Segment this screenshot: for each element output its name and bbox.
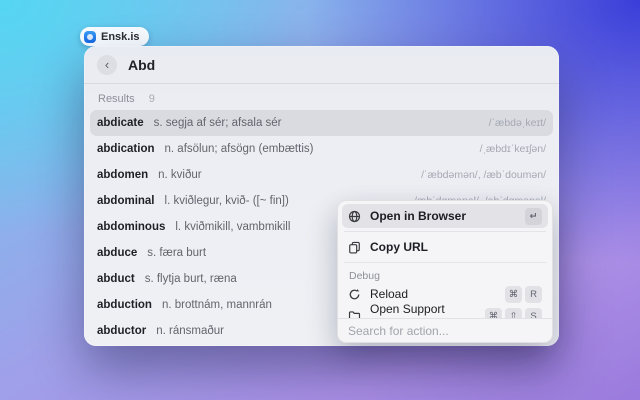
- entry-phonetic: /ˈæbdəˌkeɪt/: [488, 117, 546, 129]
- search-input[interactable]: Abd: [128, 57, 155, 73]
- entry-definition: s. flytja burt, ræna: [144, 273, 237, 285]
- folder-icon: [348, 310, 361, 318]
- results-header: Results 9: [84, 84, 559, 110]
- chevron-left-icon: ‹: [104, 57, 110, 72]
- results-count: 9: [148, 93, 155, 105]
- action-label: Reload: [370, 287, 409, 301]
- cmd-key-icon: ⌘: [485, 307, 502, 318]
- ensk-app-icon: [84, 30, 96, 43]
- action-panel-items: Open in Browser ↵ Copy URL Debug Reload …: [338, 201, 552, 318]
- copy-icon: [348, 241, 361, 254]
- action-search-input[interactable]: [348, 323, 542, 338]
- reload-icon: [348, 288, 361, 301]
- action-copy-url[interactable]: Copy URL: [342, 235, 548, 259]
- entry-word: abduction: [97, 299, 152, 311]
- app-badge[interactable]: Ensk.is: [80, 27, 149, 46]
- entry-word: abdication: [97, 143, 155, 155]
- entry-word: abdominous: [97, 221, 166, 233]
- entry-phonetic: /ˈæbdəmən/, /æbˈdoumən/: [421, 169, 546, 181]
- return-key-icon: ↵: [525, 207, 542, 225]
- entry-definition: n. ránsmaður: [156, 325, 224, 337]
- result-row[interactable]: abdication n. afsölun; afsögn (embættis)…: [90, 136, 553, 162]
- entry-definition: s. segja af sér; afsala sér: [153, 117, 282, 129]
- entry-definition: s. færa burt: [147, 247, 207, 259]
- debug-section-label: Debug: [349, 270, 380, 282]
- entry-definition: n. brottnám, mannrán: [161, 299, 272, 311]
- results-label: Results: [98, 93, 135, 105]
- entry-definition: n. afsölun; afsögn (embættis): [164, 143, 314, 155]
- action-search-footer: [338, 318, 552, 342]
- entry-phonetic: /ˌæbdɪˈkeɪʃən/: [479, 143, 546, 155]
- action-label: Copy URL: [370, 240, 428, 254]
- entry-definition: n. kviður: [158, 169, 202, 181]
- search-bar: ‹ Abd: [84, 46, 559, 84]
- entry-word: abdicate: [97, 117, 144, 129]
- result-row[interactable]: abdomen n. kviður /ˈæbdəmən/, /æbˈdoumən…: [90, 162, 553, 188]
- r-key: R: [525, 285, 542, 303]
- entry-word: abdominal: [97, 195, 155, 207]
- entry-word: abdomen: [97, 169, 149, 181]
- entry-word: abductor: [97, 325, 147, 337]
- entry-definition: l. kviðlegur, kvið- ([~ fin]): [164, 195, 289, 207]
- s-key: S: [525, 307, 542, 318]
- entry-word: abduce: [97, 247, 138, 259]
- action-open-in-browser[interactable]: Open in Browser ↵: [342, 204, 548, 228]
- menu-separator: [344, 231, 546, 232]
- action-panel: Open in Browser ↵ Copy URL Debug Reload …: [337, 200, 553, 343]
- result-row[interactable]: abdicate s. segja af sér; afsala sér /ˈæ…: [90, 110, 553, 136]
- entry-definition: l. kviðmikill, vambmikill: [175, 221, 291, 233]
- action-label: Open in Browser: [370, 209, 467, 223]
- menu-separator: [344, 262, 546, 263]
- cmd-key-icon: ⌘: [505, 285, 522, 303]
- app-badge-label: Ensk.is: [101, 30, 140, 43]
- action-open-support-directory[interactable]: Open Support Directory ⌘ ⇧ S: [342, 302, 548, 318]
- entry-word: abduct: [97, 273, 135, 285]
- action-label: Open Support Directory: [370, 302, 445, 318]
- globe-icon: [348, 210, 361, 223]
- back-button[interactable]: ‹: [97, 54, 117, 75]
- shift-key-icon: ⇧: [505, 307, 522, 318]
